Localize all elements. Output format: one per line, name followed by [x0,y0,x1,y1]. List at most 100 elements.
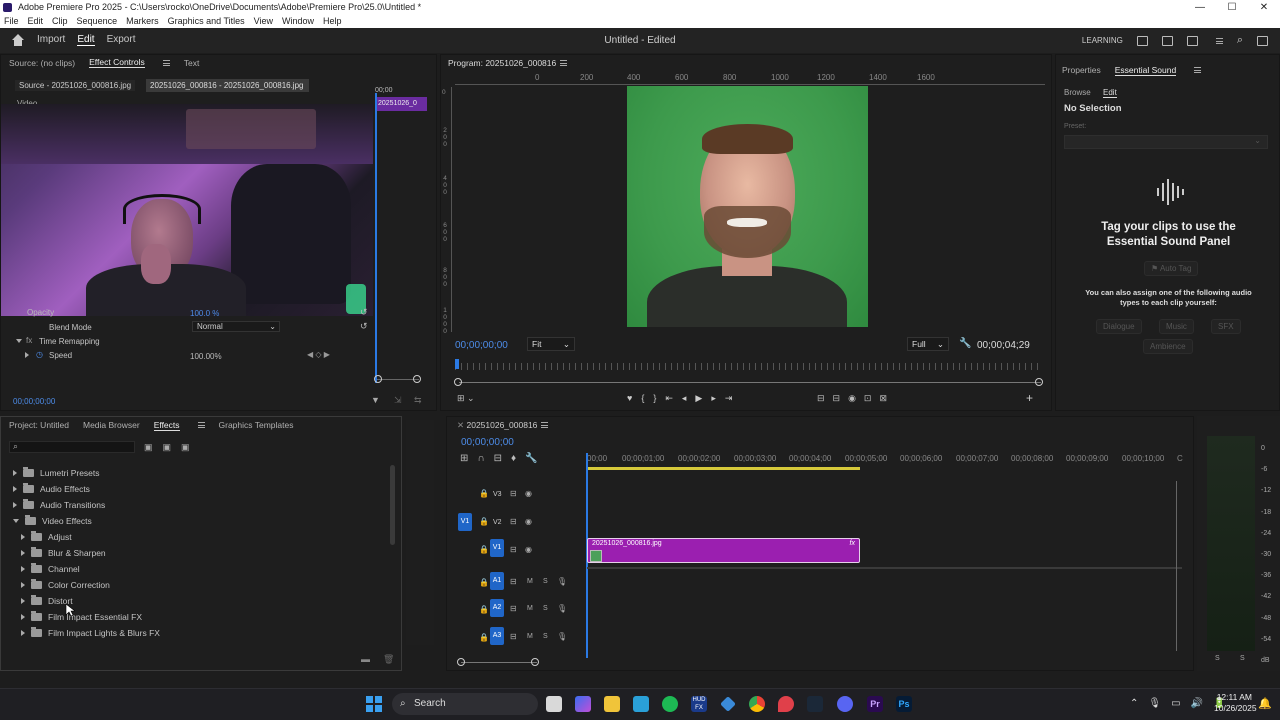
zoom-handle-left[interactable] [374,375,382,383]
edit-buttons[interactable]: ⊟⊟◉⊡⊠ [817,393,895,404]
menu-sequence[interactable]: Sequence [77,15,118,28]
subtab-browse[interactable]: Browse [1064,88,1091,97]
loop-icon[interactable]: ⇆ [414,395,422,406]
program-menu-icon[interactable] [560,60,568,66]
menu-view[interactable]: View [254,15,273,28]
menu-edit[interactable]: Edit [28,15,44,28]
effects-search-input[interactable]: ⌕ [9,441,135,453]
timeline-ruler[interactable]: 00;00 00;00;01;00 00;00;02;00 00;00;03;0… [587,454,1187,464]
timeline-vscroll[interactable] [1176,481,1177,651]
timeline-tools[interactable]: ⊞∩⊟♦🔧 [460,453,547,464]
chrome-icon[interactable] [749,696,765,712]
reset-icon[interactable]: ↺ [360,321,368,332]
tab-text[interactable]: Text [184,58,200,68]
tree-adjust[interactable]: Adjust [21,531,72,542]
timeline-timecode[interactable]: 00;00;00;00 [461,437,514,448]
discord-icon[interactable] [837,696,853,712]
meter-solo-right[interactable]: S [1240,655,1245,662]
mini-playhead[interactable] [375,93,377,383]
blend-mode-select[interactable]: Normal ⌄ [192,321,280,332]
sfx-button[interactable]: SFX [1211,319,1241,334]
tab-media-browser[interactable]: Media Browser [83,420,140,430]
maps-icon[interactable] [778,696,794,712]
program-time-ruler[interactable] [455,363,1043,370]
settings-icon[interactable]: ⊞ ⌄ [457,393,475,404]
learning-button[interactable]: LEARNING [1082,36,1123,45]
tree-video-effects[interactable]: Video Effects [13,515,92,526]
file-explorer-icon[interactable] [604,696,620,712]
sequence-tab[interactable]: ✕ 20251026_000816 [457,420,549,431]
music-button[interactable]: Music [1159,319,1194,334]
menu-clip[interactable]: Clip [52,15,68,28]
tab-essential-sound[interactable]: Essential Sound [1114,65,1177,76]
task-view-icon[interactable] [546,696,562,712]
tree-audio-transitions[interactable]: Audio Transitions [13,499,105,510]
work-area-bar[interactable] [587,467,860,470]
program-timecode[interactable]: 00;00;00;00 [455,340,508,351]
panel-icon[interactable] [1136,35,1148,46]
tab-effect-controls[interactable]: Effect Controls [89,57,145,68]
steam-icon[interactable] [807,696,823,712]
share-icon[interactable] [1186,35,1198,46]
clip-tab-source[interactable]: Source - 20251026_000816.jpg [15,80,136,91]
subtab-edit[interactable]: Edit [1103,88,1117,98]
tree-film-impact-lights[interactable]: Film Impact Lights & Blurs FX [21,627,160,638]
panel-menu-icon[interactable] [162,59,170,66]
menu-icon[interactable] [1215,37,1223,44]
stopwatch-icon[interactable]: ◷ [36,350,43,359]
meter-solo-left[interactable]: S [1215,655,1220,662]
filter-icon[interactable]: ▼ [371,395,380,405]
minimize-button[interactable]: — [1184,0,1216,15]
ambience-button[interactable]: Ambience [1143,339,1193,354]
timeline-hscroll[interactable] [461,662,537,663]
video-clip[interactable]: 20251026_000816.jpg fx [587,538,860,563]
menu-file[interactable]: File [4,15,19,28]
program-zoom-left[interactable] [454,378,462,386]
effects-scrollbar[interactable] [390,465,395,545]
new-bin-icon[interactable]: ▬ [361,654,370,664]
reset-icon-opacity[interactable]: ↺ [360,307,368,318]
expand-arrow-icon[interactable] [16,339,22,343]
effect-timecode[interactable]: 00;00;00;00 [13,397,55,406]
clock[interactable]: 12:11 AM 10/26/2025 [1214,692,1257,714]
hud-fx-icon[interactable]: HUD FX [691,696,707,712]
fullscreen-icon[interactable] [1257,35,1268,46]
tree-color-correction[interactable]: Color Correction [21,579,110,590]
zoom-handle-right[interactable] [413,375,421,383]
tree-audio-effects[interactable]: Audio Effects [13,483,90,494]
effect-filter-icons[interactable]: ▣▣▣ [144,442,200,453]
dialogue-button[interactable]: Dialogue [1096,319,1142,334]
maximize-button[interactable]: ☐ [1216,0,1248,15]
menu-graphics[interactable]: Graphics and Titles [168,15,245,28]
export-frame-icon[interactable]: ⇲ [394,395,402,406]
quality-select[interactable]: Full ⌄ [907,337,949,351]
fit-select[interactable]: Fit ⌄ [527,337,575,351]
speed-value[interactable]: 100.00% [190,352,222,361]
close-button[interactable]: ✕ [1248,0,1280,15]
sound-menu-icon[interactable] [1194,67,1202,73]
search-icon[interactable]: ⌕ [1237,34,1243,47]
transport-controls[interactable]: ♥{}⇤◂▶▸⇥ [627,393,741,404]
tab-source[interactable]: Source: (no clips) [9,58,75,68]
menu-window[interactable]: Window [282,15,314,28]
program-zoom-right[interactable] [1035,378,1043,386]
add-button-icon[interactable]: + [1026,391,1033,405]
auto-tag-button[interactable]: ⚑ Auto Tag [1144,261,1199,276]
spotify-icon[interactable] [662,696,678,712]
tab-properties[interactable]: Properties [1062,65,1101,75]
effects-menu-icon[interactable] [197,422,205,428]
expand-speed-icon[interactable] [25,352,29,358]
windows-start-icon[interactable] [366,696,382,712]
menu-markers[interactable]: Markers [126,15,159,28]
menu-help[interactable]: Help [323,15,342,28]
premiere-icon[interactable]: Pr [867,696,883,712]
taskbar-search[interactable]: ⌕ Search [392,693,538,715]
photoshop-icon[interactable]: Ps [896,696,912,712]
preset-select[interactable]: ⌄ [1064,135,1268,149]
tab-graphics-templates[interactable]: Graphics Templates [219,420,294,430]
keyframe-nav-icon[interactable]: ◀ ◇ ▶ [307,350,330,359]
workspace-icon[interactable] [1161,35,1173,46]
mini-clip-bar[interactable]: 20251026_0 [375,97,427,111]
copilot-icon[interactable] [575,696,591,712]
wrench-icon[interactable]: 🔧 [959,338,971,349]
